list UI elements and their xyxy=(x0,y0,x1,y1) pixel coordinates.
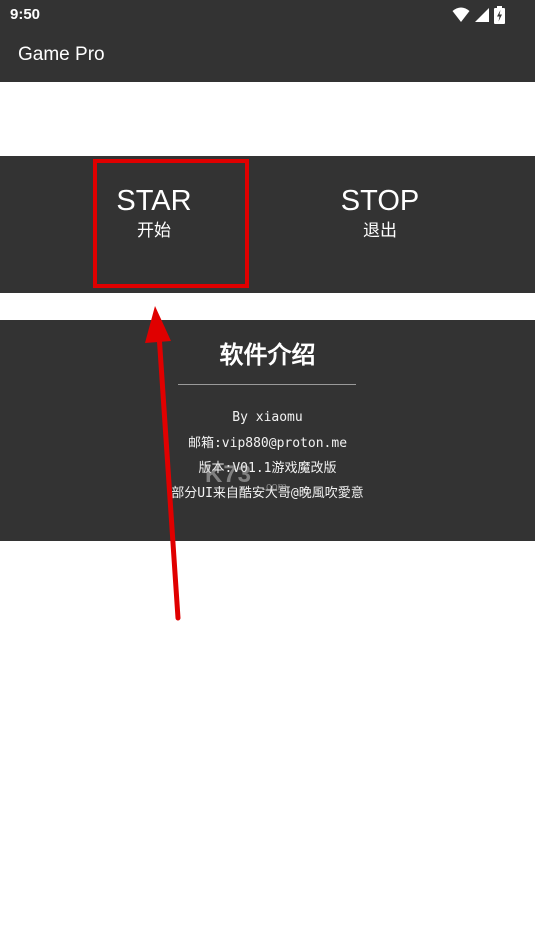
info-divider xyxy=(178,384,356,385)
app-title: Game Pro xyxy=(18,44,105,65)
status-bar: 9:50 xyxy=(0,0,535,30)
stop-button[interactable]: STOP 退出 xyxy=(305,184,455,242)
stop-button-label: STOP xyxy=(340,185,420,217)
watermark-subtext: .com xyxy=(263,481,287,493)
info-title: 软件介绍 xyxy=(219,341,316,369)
info-email: 邮箱:vip880@proton.me xyxy=(187,436,348,451)
battery-charging-icon xyxy=(494,6,505,24)
control-panel: STAR 开始 STOP 退出 xyxy=(0,156,535,293)
signal-icon xyxy=(475,8,489,22)
highlight-box xyxy=(93,159,249,288)
info-author: By xiaomu xyxy=(232,410,303,425)
watermark-logo: K73 .com xyxy=(205,461,315,495)
info-panel: 软件介绍 By xiaomu 邮箱:vip880@proton.me 版本:V0… xyxy=(0,320,535,541)
status-icons xyxy=(452,6,505,24)
watermark-text: K73 xyxy=(205,461,253,488)
wifi-icon xyxy=(452,7,470,22)
status-time: 9:50 xyxy=(10,6,41,23)
stop-button-sublabel: 退出 xyxy=(363,221,397,241)
app-bar: Game Pro xyxy=(0,30,535,82)
